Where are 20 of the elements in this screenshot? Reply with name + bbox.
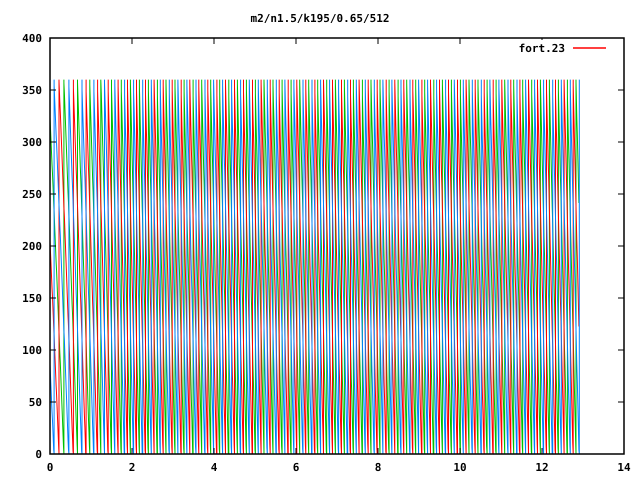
y-tick-label: 50 [28, 396, 42, 409]
chart-title: m2/n1.5/k195/0.65/512 [250, 12, 390, 25]
x-tick-label: 4 [210, 461, 218, 474]
y-tick-label: 250 [22, 188, 42, 201]
x-tick-label: 10 [453, 461, 467, 474]
x-tick-label: 6 [292, 461, 300, 474]
x-tick-label: 8 [374, 461, 382, 474]
y-tick-label: 200 [22, 240, 42, 253]
x-tick-label: 12 [535, 461, 549, 474]
legend-line-icon [573, 47, 606, 49]
y-tick-label: 150 [22, 292, 42, 305]
y-tick-label: 0 [35, 448, 42, 461]
x-tick-label: 14 [617, 461, 631, 474]
y-tick-label: 100 [22, 344, 42, 357]
x-tick-label: 2 [128, 461, 136, 474]
x-tick-label: 0 [46, 461, 54, 474]
y-tick-label: 400 [22, 32, 42, 45]
y-tick-label: 350 [22, 84, 42, 97]
legend-label: fort.23 [518, 42, 565, 55]
y-tick-label: 300 [22, 136, 42, 149]
